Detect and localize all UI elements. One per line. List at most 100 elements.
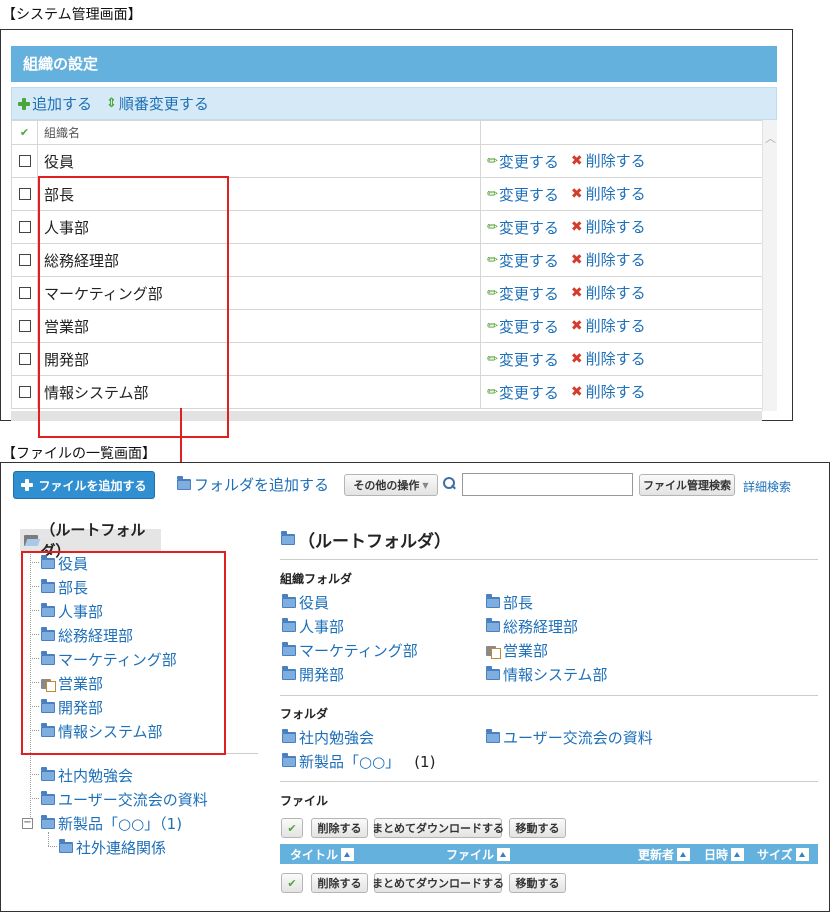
delete-files-button[interactable]: 削除する [311,818,368,838]
check-all-header[interactable]: ✔ [11,120,38,145]
org-folder-label: 営業部 [503,642,549,660]
move-files-button[interactable]: 移動する [509,818,566,838]
column-updater[interactable]: 更新者 [638,846,691,863]
row-checkbox-cell [11,375,38,409]
actions-cell: ✏ 変更する ✖ 削除する [480,276,763,310]
collapse-icon[interactable]: − [22,818,33,829]
org-folder-item[interactable]: 人事部 [282,616,344,637]
row-checkbox[interactable] [18,188,31,200]
row-checkbox[interactable] [18,155,31,167]
select-all-button[interactable]: ✔ [281,873,303,893]
plus-icon [21,479,34,491]
folder-label: 社内勉強会 [299,729,375,747]
sort-up-icon[interactable] [677,848,691,861]
edit-link[interactable]: ✏ 変更する [487,184,559,205]
folder-item[interactable]: ユーザー交流会の資料 [486,727,653,748]
edit-link[interactable]: ✏ 変更する [487,283,559,304]
content-title-label: （ルートフォルダ） [298,532,451,552]
delete-link[interactable]: ✖ 削除する [571,249,646,270]
divider [280,781,818,782]
column-size-label: サイズ [757,848,793,862]
other-operations-button[interactable]: その他の操作 ▼ [344,474,438,496]
add-folder-label: フォルダを追加する [194,476,330,494]
delete-link[interactable]: ✖ 削除する [571,150,646,171]
column-datetime[interactable]: 日時 [704,846,745,863]
sort-up-icon[interactable] [795,848,809,861]
edit-label: 変更する [498,317,559,336]
folder-icon [282,666,296,680]
folder-item[interactable]: 新製品「○○」 (1) [282,751,435,772]
delete-link[interactable]: ✖ 削除する [571,315,646,336]
edit-link[interactable]: ✏ 変更する [487,217,559,238]
delete-link[interactable]: ✖ 削除する [571,348,646,369]
row-checkbox[interactable] [18,386,31,398]
sort-up-icon[interactable] [497,848,511,861]
org-folder-item[interactable]: 営業部 [486,640,548,661]
highlight-box-org-folders [21,551,226,755]
column-size[interactable]: サイズ [757,846,809,863]
row-checkbox[interactable] [18,287,31,299]
advanced-search-link[interactable]: 詳細検索 [743,478,791,495]
select-all-button[interactable]: ✔ [281,818,303,838]
org-folder-item[interactable]: 部長 [486,592,533,613]
tree-folder[interactable]: ユーザー交流会の資料 [41,789,208,810]
scrollbar[interactable]: ︿ [762,120,777,411]
org-folder-item[interactable]: 開発部 [282,664,344,685]
delete-link[interactable]: ✖ 削除する [571,183,646,204]
edit-link[interactable]: ✏ 変更する [487,151,559,172]
folder-item[interactable]: 社内勉強会 [282,727,374,748]
delete-x-icon: ✖ [570,152,583,169]
delete-x-icon: ✖ [570,317,583,334]
tree-branch-line [30,774,39,775]
org-folder-item[interactable]: 総務経理部 [486,616,578,637]
delete-link[interactable]: ✖ 削除する [571,381,646,402]
org-folder-label: マーケティング部 [299,642,418,660]
reorder-link[interactable]: ⇕ 順番変更する [106,93,209,114]
tree-folder[interactable]: 社内勉強会 [41,765,133,786]
folder-icon [486,618,500,632]
folder-icon [281,531,295,545]
actions-header [480,120,763,145]
column-file[interactable]: ファイル [446,846,511,863]
org-folder-heading: 組織フォルダ [280,572,353,586]
chevron-down-icon: ▼ [422,480,429,490]
add-file-button[interactable]: ファイルを追加する [13,471,155,499]
search-input[interactable] [462,473,633,496]
chevron-up-icon[interactable]: ︿ [765,130,776,146]
org-folder-label: 開発部 [299,666,345,684]
add-org-link[interactable]: 追加する [18,93,92,114]
column-file-label: ファイル [446,848,495,862]
file-search-button[interactable]: ファイル管理検索 [639,474,735,496]
edit-link[interactable]: ✏ 変更する [487,250,559,271]
panel-title: 組織の設定 [11,46,777,82]
edit-link[interactable]: ✏ 変更する [487,382,559,403]
reorder-label: 順番変更する [118,95,209,113]
tree-root-folder[interactable]: （ルートフォルダ） [20,521,161,560]
delete-link[interactable]: ✖ 削除する [571,216,646,237]
row-checkbox[interactable] [18,353,31,365]
tree-folder[interactable]: 新製品「○○」（1) [41,813,182,834]
tree-subfolder[interactable]: 社外連絡関係 [59,837,166,858]
move-files-button[interactable]: 移動する [509,873,566,893]
edit-link[interactable]: ✏ 変更する [487,349,559,370]
row-checkbox[interactable] [18,254,31,266]
up-down-arrow-icon: ⇕ [106,96,117,111]
row-checkbox[interactable] [18,221,31,233]
org-folder-item[interactable]: 情報システム部 [486,664,608,685]
sort-up-icon[interactable] [341,848,355,861]
delete-files-button[interactable]: 削除する [311,873,368,893]
sort-up-icon[interactable] [731,848,745,861]
org-folder-item[interactable]: 役員 [282,592,329,613]
delete-x-icon: ✖ [570,284,583,301]
org-folder-item[interactable]: マーケティング部 [282,640,418,661]
delete-label: 削除する [585,152,646,171]
delete-link[interactable]: ✖ 削除する [571,282,646,303]
bulk-download-button[interactable]: まとめてダウンロードする [372,818,504,838]
add-folder-link[interactable]: フォルダを追加する [177,474,329,495]
column-title[interactable]: タイトル [290,846,355,863]
edit-label: 変更する [498,185,559,204]
highlight-box-org-names [38,176,229,438]
edit-link[interactable]: ✏ 変更する [487,316,559,337]
row-checkbox[interactable] [18,320,31,332]
bulk-download-button[interactable]: まとめてダウンロードする [372,873,504,893]
